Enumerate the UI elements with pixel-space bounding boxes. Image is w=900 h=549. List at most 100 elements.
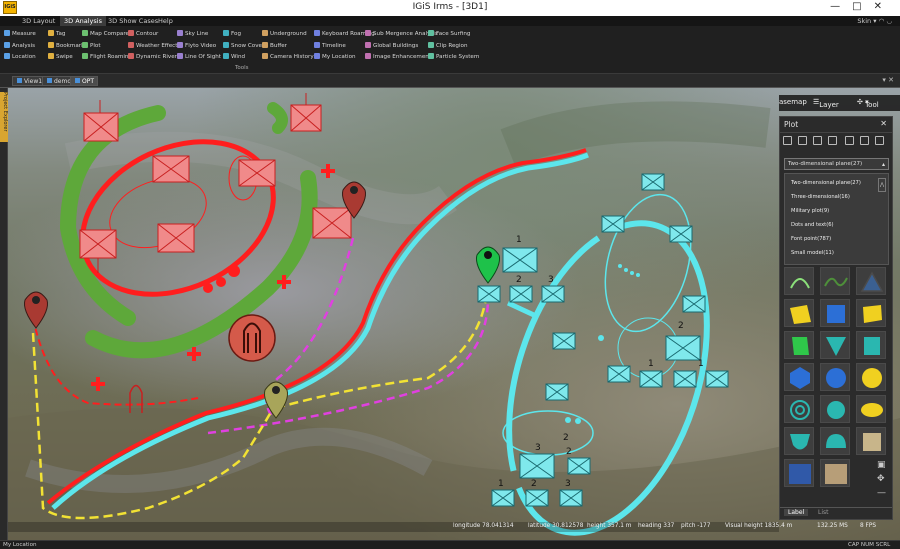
tool-icon: [82, 53, 88, 59]
ribbon-item-label: Wind: [231, 54, 246, 60]
dropdown-option[interactable]: Three-dimensional(16): [791, 194, 850, 200]
dropdown-option[interactable]: Two-dimensional plane(27): [791, 180, 861, 186]
ribbon-item-fog[interactable]: Fog: [223, 29, 241, 39]
delete-icon[interactable]: [845, 136, 854, 145]
list-icon[interactable]: [828, 136, 837, 145]
location-pin-green[interactable]: [476, 246, 500, 284]
symbol-half-circle-teal[interactable]: [820, 427, 850, 455]
ribbon-item-flyto-video[interactable]: Flyto Video: [177, 41, 216, 51]
symbol-texture-sand[interactable]: [820, 459, 850, 487]
symbol-pentagon-yellow[interactable]: [856, 299, 886, 327]
symbol-wave[interactable]: [820, 267, 850, 295]
layer-button[interactable]: ☰ Layer: [813, 98, 839, 109]
ribbon-group-label: Tools: [235, 65, 249, 71]
ribbon-item-weather-effects[interactable]: Weather Effects: [128, 41, 180, 51]
app-window: IGiS IGiS Irms - [3D1] —□✕ 3D Layout 3D …: [0, 0, 900, 549]
maximize-button[interactable]: □: [852, 1, 873, 12]
location-pin-red[interactable]: [24, 291, 48, 329]
symbol-shield-teal[interactable]: [784, 427, 814, 455]
ribbon-item-image-enhancement[interactable]: Image Enhancement: [365, 52, 431, 62]
symbol-quad-yellow[interactable]: [784, 299, 814, 327]
ribbon-item-swipe[interactable]: Swipe: [48, 52, 73, 62]
ribbon-item-snow-cover[interactable]: Snow Cover: [223, 41, 264, 51]
ribbon-item-contour[interactable]: Contour: [128, 29, 158, 39]
view-icon: [75, 78, 80, 83]
symbol-arc[interactable]: [784, 267, 814, 295]
ribbon-item-dynamic-river[interactable]: Dynamic River: [128, 52, 177, 62]
symbol-circle-yellow[interactable]: [856, 363, 886, 391]
minimize-button[interactable]: —: [830, 1, 852, 12]
open-folder-icon[interactable]: [798, 136, 807, 145]
symbol-parallelogram-green[interactable]: [784, 331, 814, 359]
basemap-button[interactable]: asemap: [779, 98, 807, 106]
skin-menu[interactable]: Skin ▾ ◠ ◡: [857, 16, 892, 26]
symbol-square-blue[interactable]: [820, 299, 850, 327]
tab-list[interactable]: List: [814, 509, 833, 516]
symbol-triangle-teal[interactable]: [820, 331, 850, 359]
symbol-hexagon-blue[interactable]: [784, 363, 814, 391]
status-left-text: My Location: [3, 542, 37, 548]
save-icon[interactable]: [813, 136, 822, 145]
tool-icon: [82, 30, 88, 36]
ribbon-item-camera-history[interactable]: Camera History: [262, 52, 314, 62]
doc-tab-opt[interactable]: OPT: [70, 76, 99, 86]
tool-icon: [223, 41, 229, 48]
tab-help[interactable]: Help: [154, 16, 177, 26]
cyan-dots: [565, 264, 640, 424]
ribbon-item-map-compare[interactable]: Map Compare: [82, 29, 129, 39]
symbol-texture-blue[interactable]: [784, 459, 814, 487]
ribbon-item-global-buildings[interactable]: Global Buildings: [365, 41, 418, 51]
ribbon-item-label: Face Surfing: [436, 31, 471, 37]
zoom-out-icon[interactable]: —: [877, 488, 891, 500]
symbol-texture-beige[interactable]: [856, 427, 886, 455]
symbol-circle-teal[interactable]: [820, 395, 850, 423]
tool-icon: [365, 30, 371, 36]
ribbon-item-plot[interactable]: Plot: [82, 41, 101, 51]
symbol-ellipse-yellow[interactable]: [856, 395, 886, 423]
dropdown-scrollbar[interactable]: ⋀: [878, 178, 886, 192]
project-explorer-tab[interactable]: Project Explorer: [0, 92, 8, 142]
ribbon-item-sky-line[interactable]: Sky Line: [177, 29, 208, 39]
ribbon-item-measure[interactable]: Measure: [4, 29, 36, 39]
tab-3d-analysis[interactable]: 3D Analysis: [60, 16, 106, 26]
ribbon-item-location[interactable]: Location: [4, 52, 36, 62]
symbol-square-teal[interactable]: [856, 331, 886, 359]
ribbon-item-underground[interactable]: Underground: [262, 29, 307, 39]
keyboard-indicators: CAP NUM SCRL: [848, 542, 891, 548]
tab-label[interactable]: Label: [784, 509, 809, 516]
plot-category-select[interactable]: Two-dimensional plane(27) ▴: [784, 158, 889, 170]
close-document-icon[interactable]: ▾ ✕: [882, 76, 894, 84]
plot-close-icon[interactable]: ✕: [880, 119, 887, 128]
ribbon-item-face-surfing[interactable]: Face Surfing: [428, 29, 470, 39]
new-file-icon[interactable]: [783, 136, 792, 145]
ribbon-item-label: Underground: [270, 31, 307, 37]
tool-button[interactable]: ✣ Tool ▾: [857, 98, 879, 109]
title-bar: IGiS IGiS Irms - [3D1] —□✕: [0, 0, 900, 16]
ribbon-item-clip-region[interactable]: Clip Region: [428, 41, 468, 51]
ribbon-item-timeline[interactable]: Timeline: [314, 41, 346, 51]
symbol-ring-teal[interactable]: [784, 395, 814, 423]
ribbon-item-analysis[interactable]: Analysis: [4, 41, 35, 51]
dropdown-option[interactable]: Font point(787): [791, 236, 831, 242]
ribbon-item-flight-roaming[interactable]: Flight Roaming: [82, 52, 132, 62]
compass-icon[interactable]: ✥: [877, 474, 891, 488]
close-button[interactable]: ✕: [874, 1, 894, 12]
ribbon-item-my-location[interactable]: My Location: [314, 52, 356, 62]
ribbon-item-particle-system[interactable]: Particle System: [428, 52, 479, 62]
map-view-3d[interactable]: 1 2 3 1 2 3 1 2 3 2 1 2: [8, 88, 900, 540]
location-pin-olive[interactable]: [264, 381, 288, 419]
symbol-triangle-outline[interactable]: [856, 267, 886, 295]
copy-icon[interactable]: [860, 136, 869, 145]
zoom-in-icon[interactable]: ▣: [877, 460, 891, 474]
dropdown-option[interactable]: Military plot(9): [791, 208, 829, 214]
dropdown-option[interactable]: Small model(11): [791, 250, 834, 256]
dropdown-option[interactable]: Dots and text(6): [791, 222, 834, 228]
ribbon-item-buffer[interactable]: Buffer: [262, 41, 287, 51]
ribbon-item-line-of-sight[interactable]: Line Of Sight: [177, 52, 221, 62]
ribbon-item-sub-mergence-analysis[interactable]: Sub Mergence Analysis: [365, 29, 438, 39]
export-icon[interactable]: [875, 136, 884, 145]
tab-3d-layout[interactable]: 3D Layout: [18, 16, 59, 26]
ribbon-item-wind[interactable]: Wind: [223, 52, 245, 62]
ribbon-item-tag[interactable]: Tag: [48, 29, 65, 39]
symbol-circle-blue[interactable]: [820, 363, 850, 391]
